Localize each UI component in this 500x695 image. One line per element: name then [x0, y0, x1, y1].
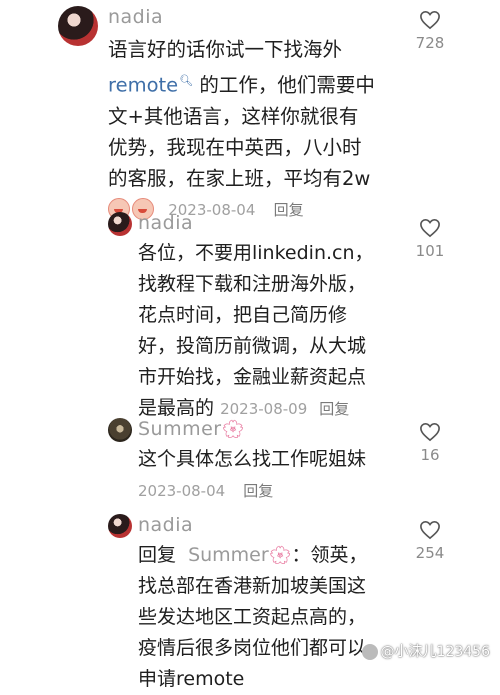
cherry-blossom-icon: 🌸︎ [221, 419, 245, 440]
heart-outline-icon [420, 218, 440, 238]
comment-date: 2023-08-09 [220, 400, 308, 418]
remote-search-link[interactable]: remote [108, 74, 178, 97]
comment-line: 语言好的话你试一下找海外 [108, 38, 343, 61]
comment-line: 市开始找，金融业薪资起点 [138, 366, 367, 388]
reply-button[interactable]: 回复 [243, 482, 273, 500]
comment-line: remote🔍︎ 的工作，他们需要中 [108, 73, 375, 97]
avatar[interactable] [58, 6, 98, 46]
like-button[interactable]: 16 [405, 422, 455, 464]
comment-line: 回复 Summer🌸︎：领英， [138, 544, 368, 566]
heart-outline-icon [420, 520, 440, 540]
search-icon[interactable]: 🔍︎ [179, 74, 193, 87]
comment-line: 花点时间，把自己简历修 [138, 304, 348, 326]
like-count: 254 [415, 544, 445, 562]
cherry-blossom-icon: 🌸︎ [268, 545, 292, 566]
username[interactable]: nadia [138, 212, 193, 234]
meta-row: 2023-08-04 回复 [138, 477, 408, 504]
like-count: 101 [415, 242, 445, 260]
like-button[interactable]: 254 [405, 520, 455, 562]
comment-line: 文+其他语言，这样你就很有 [108, 104, 359, 128]
comment-line: 好，投简历前微调，从大城 [138, 335, 367, 357]
watermark: @小沫儿123456 [361, 641, 490, 661]
comment-line: 找教程下载和注册海外版， [138, 273, 367, 295]
comment-line: 些发达地区工资起点高的， [138, 606, 367, 628]
avatar[interactable] [108, 212, 132, 236]
like-count: 16 [420, 446, 440, 464]
reply-button[interactable]: 回复 [319, 400, 349, 418]
comment-line: 各位，不要用linkedin.cn， [138, 242, 374, 264]
username[interactable]: nadia [138, 514, 193, 536]
comment-line: 找总部在香港新加坡美国这 [138, 575, 367, 597]
comment-text: 各位，不要用linkedin.cn， 找教程下载和注册海外版， 花点时间，把自己… [138, 238, 408, 425]
username[interactable]: Summer🌸︎ [138, 418, 245, 440]
username[interactable]: nadia [108, 6, 163, 28]
comment-line: 的客服，在家上班，平均有2w [108, 166, 371, 190]
heart-outline-icon [420, 422, 440, 442]
like-count: 728 [415, 34, 445, 52]
comment-line: 这个具体怎么找工作呢姐妹 [138, 448, 367, 470]
comment-text: 回复 Summer🌸︎：领英， 找总部在香港新加坡美国这 些发达地区工资起点高的… [138, 540, 428, 695]
comment-line: 优势，我现在中英西，八小时 [108, 135, 362, 159]
watermark-logo-icon [361, 644, 378, 660]
reply-button[interactable]: 回复 [274, 201, 304, 219]
like-button[interactable]: 728 [405, 10, 455, 52]
comment-text: 这个具体怎么找工作呢姐妹 2023-08-04 回复 [138, 444, 408, 504]
comment-text: 语言好的话你试一下找海外 remote🔍︎ 的工作，他们需要中 文+其他语言，这… [108, 34, 418, 223]
avatar[interactable] [108, 514, 132, 538]
comment-date: 2023-08-04 [138, 482, 226, 500]
avatar[interactable] [108, 418, 132, 442]
like-button[interactable]: 101 [405, 218, 455, 260]
reply-to-username[interactable]: Summer🌸︎ [188, 544, 291, 566]
heart-outline-icon [420, 10, 440, 30]
